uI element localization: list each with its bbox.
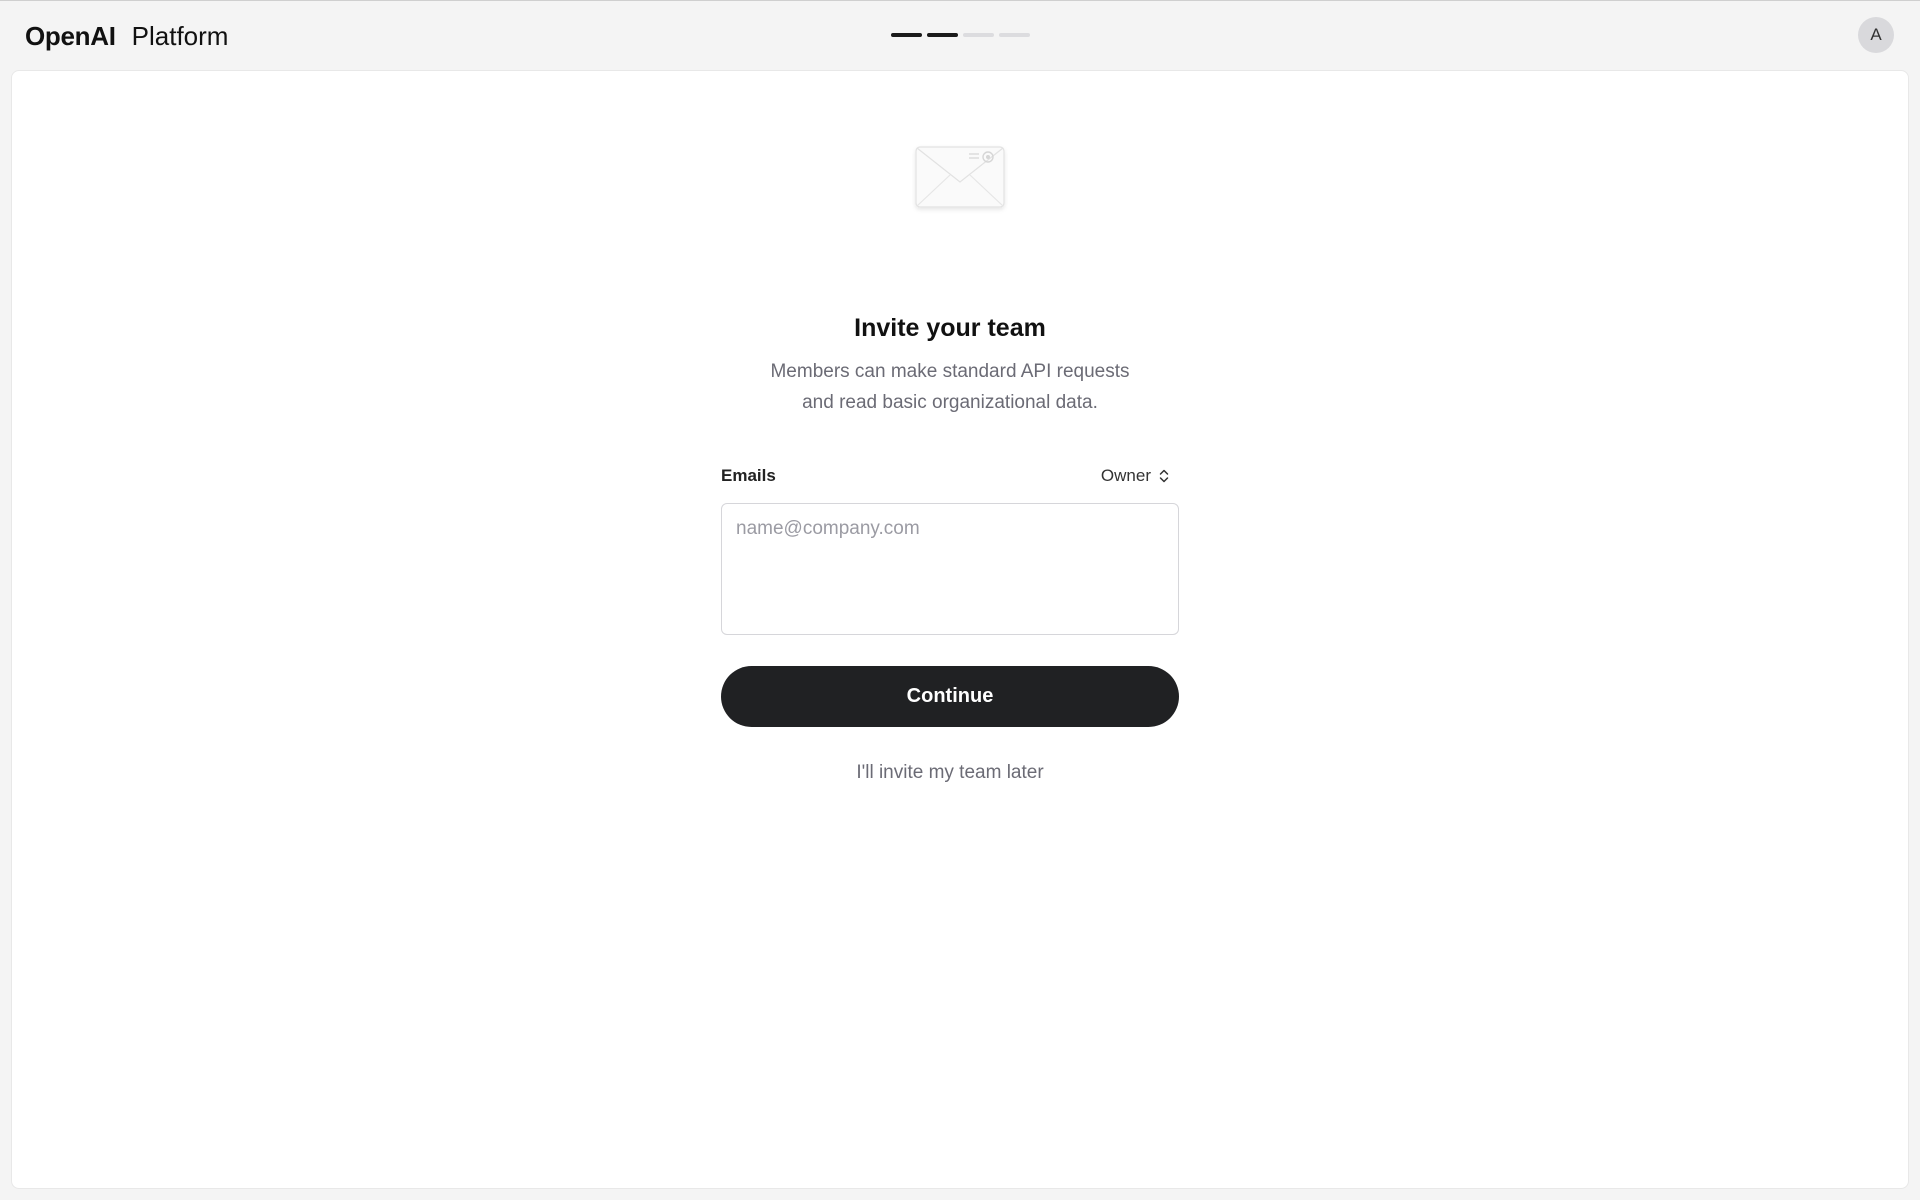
description-line: and read basic organizational data. [802,392,1098,413]
emails-input[interactable] [721,503,1179,635]
brand[interactable]: OpenAI Platform [25,21,228,52]
progress-step [891,33,922,37]
brand-name: OpenAI [25,21,116,51]
progress-step [999,33,1030,37]
emails-field-header: Emails Owner [721,465,1179,487]
chevron-up-down-icon [1159,469,1169,483]
page-title: Invite your team [854,314,1046,342]
product-name: Platform [131,21,229,51]
progress-step [963,33,994,37]
progress-step [927,33,958,37]
page-description: Members can make standard API requests a… [721,356,1179,418]
role-select-value: Owner [1100,466,1151,485]
user-avatar[interactable]: A [1858,17,1894,53]
onboarding-progress [891,33,1030,37]
emails-label: Emails [721,466,776,485]
description-line: Members can make standard API requests [770,361,1130,382]
continue-button[interactable]: Continue [721,666,1179,727]
envelope-icon [915,146,1005,208]
invite-later-link[interactable]: I'll invite my team later [721,762,1179,784]
top-bar: OpenAI Platform A [0,1,1920,69]
role-select[interactable]: Owner [1101,466,1179,486]
